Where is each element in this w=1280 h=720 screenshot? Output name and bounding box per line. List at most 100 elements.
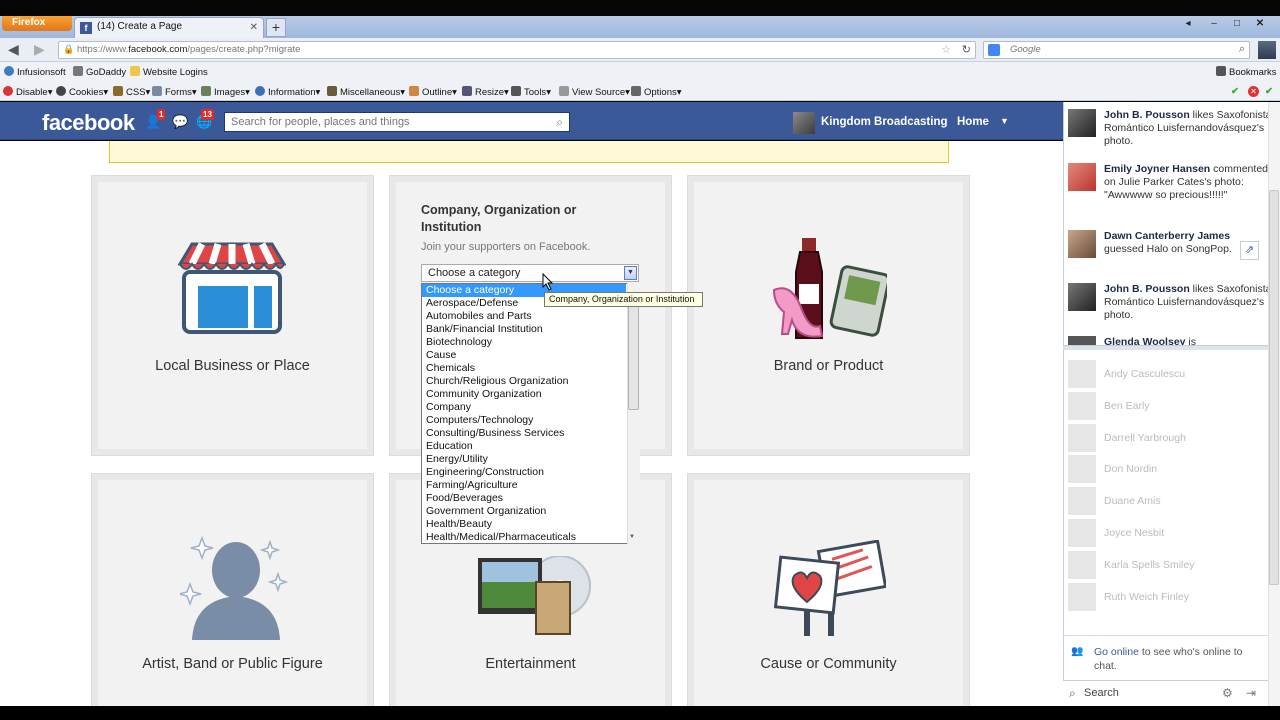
minimize-window-icon[interactable]: –	[1203, 17, 1225, 31]
dropdown-option[interactable]: Computers/Technology	[422, 414, 639, 427]
toolbar-tools[interactable]: Tools▾	[511, 86, 551, 98]
messages-icon[interactable]: 💬	[172, 114, 188, 130]
avatar[interactable]	[1068, 423, 1096, 452]
chat-friend[interactable]: Ruth Weich Finley	[1104, 591, 1189, 603]
firefox-menu-button[interactable]: Firefox	[2, 16, 72, 31]
category-select[interactable]: Choose a category	[421, 264, 639, 282]
avatar[interactable]	[1068, 550, 1096, 579]
dropdown-option[interactable]: Energy/Utility	[422, 453, 639, 466]
dropdown-option[interactable]: Community Organization	[422, 388, 639, 401]
chevron-down-icon[interactable]: ▼	[624, 266, 637, 280]
facebook-logo[interactable]: facebook	[42, 110, 135, 136]
new-tab-button[interactable]: +	[266, 18, 286, 37]
toolbar-forms[interactable]: Forms▾	[152, 86, 197, 98]
star-bookmark-icon[interactable]: ☆	[941, 43, 951, 56]
bookmark-website-logins[interactable]: Website Logins	[130, 66, 208, 78]
card-artist[interactable]: Artist, Band or Public Figure	[91, 473, 374, 715]
dropdown-option[interactable]: Church/Religious Organization	[422, 375, 639, 388]
dropdown-option[interactable]: Education	[422, 440, 639, 453]
bookmark-godaddy[interactable]: GoDaddy	[73, 66, 126, 78]
back-arrow-icon[interactable]: ◀	[8, 41, 19, 58]
chat-friend[interactable]: Duane Amis	[1104, 495, 1161, 507]
toolbar-options[interactable]: Options▾	[631, 86, 682, 98]
validation-error-icon[interactable]: ✕	[1248, 86, 1259, 97]
avatar[interactable]	[1068, 582, 1096, 611]
validation-ok-icon-2[interactable]: ✔	[1265, 86, 1273, 97]
avatar[interactable]	[793, 112, 815, 134]
home-link[interactable]: Home	[957, 116, 989, 128]
avatar[interactable]	[1068, 230, 1096, 258]
ticker-divider[interactable]	[1063, 345, 1268, 350]
validation-ok-icon[interactable]: ✔	[1231, 86, 1239, 97]
dropdown-option[interactable]: Company	[422, 401, 639, 414]
dropdown-option[interactable]: Chemicals	[422, 362, 639, 375]
ticker-story[interactable]: Dawn Canterberry James guessed Halo on S…	[1104, 230, 1238, 256]
avatar[interactable]	[1068, 391, 1096, 420]
sidebar-scrollbar-thumb[interactable]	[1269, 190, 1279, 585]
card-brand[interactable]: Brand or Product	[687, 175, 970, 456]
chat-search-bar[interactable]: ⌕ Search ⚙ ⇥	[1063, 680, 1268, 706]
dropdown-option[interactable]: Engineering/Construction	[422, 466, 639, 479]
search-icon[interactable]: ⌕	[556, 115, 563, 130]
avatar[interactable]	[1068, 336, 1096, 345]
ticker-story[interactable]: John B. Pousson likes Saxofonista Románt…	[1104, 109, 1276, 148]
chat-friend[interactable]: Joyce Nesbit	[1104, 527, 1164, 539]
toolbar-css[interactable]: CSS▾	[113, 86, 150, 98]
reload-icon[interactable]: ↻	[962, 43, 971, 56]
avatar[interactable]	[1068, 109, 1096, 137]
ticker-story[interactable]: Glenda Woolsey is	[1104, 336, 1276, 345]
avatar[interactable]	[1068, 455, 1096, 484]
maximize-window-icon[interactable]: □	[1226, 17, 1248, 31]
expand-ticker-icon[interactable]: ⇗	[1240, 241, 1259, 260]
dropdown-option[interactable]: Government Organization	[422, 505, 639, 518]
addon-icon[interactable]	[1258, 41, 1276, 59]
gear-icon[interactable]: ⚙	[1222, 686, 1233, 700]
avatar[interactable]	[1068, 487, 1096, 516]
dropdown-option[interactable]: Cause	[422, 349, 639, 362]
scroll-down-arrow-icon[interactable]: ▼	[629, 534, 635, 540]
bookmarks-menu[interactable]: Bookmarks	[1216, 66, 1277, 78]
chat-search-input[interactable]: Search	[1084, 687, 1119, 699]
account-menu-arrow-icon[interactable]: ▼	[1000, 116, 1009, 126]
avatar[interactable]	[1068, 360, 1096, 388]
dropdown-option[interactable]: Food/Beverages	[422, 492, 639, 505]
facebook-search-input[interactable]: Search for people, places and things ⌕	[224, 112, 570, 132]
chat-friend[interactable]: Karla Spells Smiley	[1104, 559, 1194, 571]
url-bar[interactable]: 🔒 https://www.facebook.com/pages/create.…	[58, 41, 976, 59]
search-engine-input[interactable]: Google ⌕	[983, 41, 1250, 59]
card-cause[interactable]: Cause or Community	[687, 473, 970, 715]
bookmark-infusionsoft[interactable]: Infusionsoft	[4, 66, 66, 78]
avatar[interactable]	[1068, 283, 1096, 311]
toolbar-images[interactable]: Images▾	[201, 86, 250, 98]
toolbar-miscellaneous[interactable]: Miscellaneous▾	[327, 86, 405, 98]
dropdown-scrollbar-thumb[interactable]	[628, 296, 639, 410]
chat-friend[interactable]: Ben Early	[1104, 400, 1150, 412]
dropdown-option[interactable]: Health/Beauty	[422, 518, 639, 531]
toolbar-view-source[interactable]: View Source▾	[559, 86, 630, 98]
dropdown-option[interactable]: Biotechnology	[422, 336, 639, 349]
chat-friend[interactable]: Darrell Yarbrough	[1104, 432, 1186, 444]
popout-icon[interactable]: ⇥	[1246, 686, 1256, 700]
tab-create-page[interactable]: f (14) Create a Page ✕	[74, 17, 264, 38]
chat-friend[interactable]: Don Nordin	[1104, 463, 1157, 475]
toolbar-resize[interactable]: Resize▾	[462, 86, 509, 98]
search-icon[interactable]: ⌕	[1239, 43, 1245, 56]
dropdown-option[interactable]: Consulting/Business Services	[422, 427, 639, 440]
toolbar-outline[interactable]: Outline▾	[409, 86, 457, 98]
toolbar-disable[interactable]: Disable▾	[3, 86, 52, 98]
close-tab-icon[interactable]: ✕	[250, 22, 258, 33]
close-window-icon[interactable]: ✕	[1249, 17, 1271, 31]
chat-friend[interactable]: Andy Casculescu	[1104, 368, 1185, 380]
toolbar-information[interactable]: Information▾	[255, 86, 320, 98]
go-online-link[interactable]: Go online	[1094, 646, 1139, 658]
avatar[interactable]	[1068, 163, 1096, 191]
dropdown-option[interactable]: Health/Medical/Pharmaceuticals	[422, 531, 639, 543]
toolbar-cookies[interactable]: Cookies▾	[56, 86, 108, 98]
minimize-icon[interactable]: ◂	[1177, 17, 1199, 31]
card-local-business[interactable]: Local Business or Place	[91, 175, 374, 456]
dropdown-option[interactable]: Farming/Agriculture	[422, 479, 639, 492]
category-dropdown-list[interactable]: Choose a category Aerospace/Defense Automo…	[421, 283, 640, 544]
forward-arrow-icon[interactable]: ▶	[34, 41, 45, 58]
profile-name-link[interactable]: Kingdom Broadcasting	[821, 116, 948, 128]
dropdown-option[interactable]: Automobiles and Parts	[422, 310, 639, 323]
